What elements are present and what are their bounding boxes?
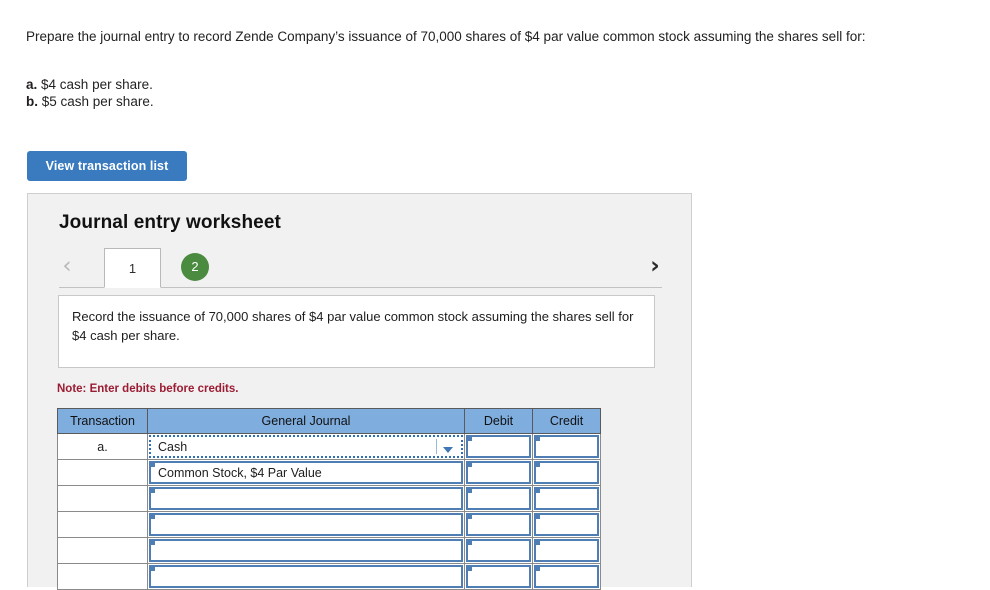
cell-marker-icon <box>149 514 155 519</box>
cell-transaction[interactable]: a. <box>57 433 148 460</box>
column-header-general-journal: General Journal <box>147 408 465 434</box>
cell-marker-icon <box>534 540 540 545</box>
cell-general-journal[interactable]: Cash <box>147 433 465 460</box>
cell-transaction[interactable] <box>57 511 148 538</box>
choice-label-b: b. <box>26 94 38 109</box>
cell-marker-icon <box>466 566 472 571</box>
account-dropdown-button[interactable] <box>436 439 459 454</box>
cell-transaction[interactable] <box>57 459 148 486</box>
debit-input[interactable] <box>466 539 531 562</box>
previous-page-chevron-icon[interactable]: ‹ <box>56 250 78 282</box>
account-input[interactable] <box>149 539 463 562</box>
table-row <box>57 485 601 512</box>
tab-page-2[interactable]: 2 <box>181 253 209 281</box>
cell-marker-icon <box>466 514 472 519</box>
debits-before-credits-note: Note: Enter debits before credits. <box>57 383 239 395</box>
credit-input[interactable] <box>534 487 599 510</box>
cell-debit[interactable] <box>464 537 533 564</box>
cell-transaction[interactable] <box>57 485 148 512</box>
cell-marker-icon <box>534 566 540 571</box>
debit-input[interactable] <box>466 435 531 458</box>
column-header-transaction: Transaction <box>57 408 148 434</box>
cell-marker-icon <box>534 436 540 441</box>
credit-input[interactable] <box>534 565 599 588</box>
cell-general-journal[interactable] <box>147 537 465 564</box>
cell-marker-icon <box>149 462 155 467</box>
credit-input[interactable] <box>534 513 599 536</box>
cell-debit[interactable] <box>464 485 533 512</box>
instruction-box: Record the issuance of 70,000 shares of … <box>58 295 655 368</box>
cell-debit[interactable] <box>464 433 533 460</box>
table-header-row: Transaction General Journal Debit Credit <box>57 408 601 434</box>
cell-debit[interactable] <box>464 563 533 590</box>
account-value: Cash <box>158 440 188 454</box>
cell-debit[interactable] <box>464 511 533 538</box>
cell-general-journal[interactable] <box>147 485 465 512</box>
cell-marker-icon <box>534 462 540 467</box>
cell-credit[interactable] <box>532 537 601 564</box>
account-input[interactable]: Common Stock, $4 Par Value <box>149 461 463 484</box>
cell-marker-icon <box>466 462 472 467</box>
debit-input[interactable] <box>466 513 531 536</box>
table-row: Common Stock, $4 Par Value <box>57 459 601 486</box>
credit-input[interactable] <box>534 539 599 562</box>
choice-text-b: $5 cash per share. <box>41 94 154 109</box>
account-select-cash[interactable]: Cash <box>149 435 463 458</box>
cell-marker-icon <box>149 488 155 493</box>
cell-credit[interactable] <box>532 511 601 538</box>
debit-input[interactable] <box>466 461 531 484</box>
cell-marker-icon <box>534 488 540 493</box>
cell-credit[interactable] <box>532 433 601 460</box>
debit-input[interactable] <box>466 565 531 588</box>
panel-title: Journal entry worksheet <box>59 212 281 233</box>
cell-credit[interactable] <box>532 485 601 512</box>
choice-label-a: a. <box>26 77 38 92</box>
chevron-down-icon <box>443 447 453 453</box>
journal-entry-worksheet-panel: Journal entry worksheet ‹ 1 2 › Record t… <box>27 193 692 590</box>
cell-marker-icon <box>534 514 540 519</box>
cell-transaction[interactable] <box>57 563 148 590</box>
tab-page-1[interactable]: 1 <box>104 248 161 288</box>
question-text: Prepare the journal entry to record Zend… <box>26 29 866 44</box>
cell-general-journal[interactable] <box>147 511 465 538</box>
journal-entry-table: Transaction General Journal Debit Credit… <box>57 408 601 590</box>
column-header-debit: Debit <box>464 408 533 434</box>
table-row: a. Cash <box>57 433 601 460</box>
cell-transaction[interactable] <box>57 537 148 564</box>
table-row <box>57 511 601 538</box>
column-header-credit: Credit <box>532 408 601 434</box>
cell-credit[interactable] <box>532 563 601 590</box>
account-input[interactable] <box>149 565 463 588</box>
cell-general-journal[interactable]: Common Stock, $4 Par Value <box>147 459 465 486</box>
choices-list: a. $4 cash per share. b. $5 cash per sha… <box>26 76 154 110</box>
table-row <box>57 537 601 564</box>
cell-general-journal[interactable] <box>147 563 465 590</box>
credit-input[interactable] <box>534 461 599 484</box>
debit-input[interactable] <box>466 487 531 510</box>
table-row <box>57 563 601 590</box>
view-transaction-list-button[interactable]: View transaction list <box>27 151 187 181</box>
choice-item-b: b. $5 cash per share. <box>26 93 154 110</box>
cell-marker-icon <box>466 436 472 441</box>
cell-credit[interactable] <box>532 459 601 486</box>
choice-item-a: a. $4 cash per share. <box>26 76 154 93</box>
next-page-chevron-icon[interactable]: › <box>644 250 666 282</box>
cell-marker-icon <box>466 540 472 545</box>
account-input[interactable] <box>149 487 463 510</box>
cell-marker-icon <box>149 566 155 571</box>
credit-input[interactable] <box>534 435 599 458</box>
choice-text-a: $4 cash per share. <box>41 77 153 92</box>
cell-debit[interactable] <box>464 459 533 486</box>
cell-marker-icon <box>466 488 472 493</box>
account-input[interactable] <box>149 513 463 536</box>
cell-marker-icon <box>149 540 155 545</box>
